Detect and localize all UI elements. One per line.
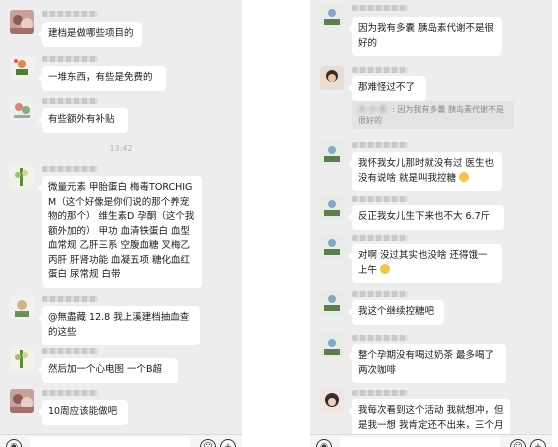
sender-name [352, 291, 408, 297]
message-bubble[interactable]: 因为我有多囊 胰岛素代谢不是很好的 [348, 17, 502, 56]
sender-name [42, 390, 98, 396]
avatar[interactable] [320, 334, 344, 358]
message-input[interactable] [340, 437, 500, 447]
message-text: 因为我有多囊 胰岛素代谢不是很好的 [358, 23, 495, 49]
sender-name [352, 235, 408, 241]
message-text: 我这个继续控糖吧 [358, 306, 435, 317]
message-bubble[interactable]: 我怀我女儿那时就没有过 医生也没有说啥 就是叫我控糖 [348, 152, 502, 191]
message-bubble[interactable]: 反正我女儿生下来也不大 6.7斤 [348, 205, 504, 230]
left-chat-panel: 建档是做哪些项目的 一堆东西，有些是免费的 有些额外有补贴 13:42 微量元素… [0, 0, 242, 447]
message-bubble[interactable]: 我这个继续控糖吧 [348, 300, 444, 325]
message-text: 整个孕期没有喝过奶茶 最多喝了两次咖啡 [358, 350, 495, 376]
timestamp: 13:42 [109, 144, 133, 153]
avatar[interactable] [320, 141, 344, 165]
sender-name [352, 196, 408, 202]
sender-name [352, 142, 408, 148]
message-text: 我每次看到这个活动 我就想冲，但是我一想 我肯定还不出来，三个月 [358, 405, 504, 431]
message-text: @無盡藏 12.8 我上溪建档抽血查的这些 [48, 312, 190, 338]
emoji-icon[interactable]: ☺ [200, 439, 216, 447]
right-chat-panel: 因为我有多囊 胰岛素代谢不是很好的 那难怪过不了 大·小·生 ·: 因为我有多囊… [310, 0, 552, 447]
message-text: 一堆东西，有些是免费的 [48, 72, 153, 83]
sender-name [42, 296, 98, 302]
voice-icon[interactable]: ◉ [6, 439, 22, 447]
avatar[interactable] [320, 4, 344, 28]
message-text: 那难怪过不了 [358, 82, 416, 93]
avatar[interactable] [320, 66, 344, 90]
message-bubble[interactable]: 那难怪过不了 [348, 76, 426, 101]
sender-name [352, 67, 408, 73]
emoji-icon [459, 171, 470, 182]
quoted-message[interactable]: 大·小·生 ·: 因为我有多囊 胰岛素代谢不是很好的 [352, 101, 514, 129]
message-bubble[interactable]: 有些额外有补贴 [38, 108, 128, 133]
add-icon[interactable]: + [220, 439, 236, 447]
avatar[interactable] [10, 389, 34, 413]
avatar[interactable] [10, 97, 34, 121]
avatar[interactable] [10, 347, 34, 371]
input-bar: ◉ ☺ + [0, 434, 242, 447]
message-bubble[interactable]: 我每次看到这个活动 我就想冲，但是我一想 我肯定还不出来，三个月 [348, 399, 510, 438]
message-text: 对啊 没过其实也没啥 还得饿一上午 [358, 250, 488, 276]
message-text: 微量元素 甲胎蛋白 梅毒TORCHIGM（这个好像是你们说的那个养宠物的那个） … [48, 182, 195, 280]
message-text: 10周应该能做吧 [48, 406, 118, 417]
add-icon[interactable]: + [530, 439, 546, 447]
message-input[interactable] [30, 437, 190, 447]
message-text: 我怀我女儿那时就没有过 医生也没有说啥 就是叫我控糖 [358, 158, 495, 184]
avatar[interactable] [320, 290, 344, 314]
avatar[interactable] [320, 195, 344, 219]
message-bubble[interactable]: 微量元素 甲胎蛋白 梅毒TORCHIGM（这个好像是你们说的那个养宠物的那个） … [38, 176, 202, 288]
avatar[interactable] [10, 10, 34, 34]
voice-icon[interactable]: ◉ [316, 439, 332, 447]
sender-name [42, 56, 98, 62]
sender-name [352, 5, 408, 11]
message-bubble[interactable]: 整个孕期没有喝过奶茶 最多喝了两次咖啡 [348, 344, 506, 383]
emoji-icon [380, 263, 391, 274]
message-text: 然后加一个心电图 一个B超 [48, 364, 163, 375]
message-bubble[interactable]: 对啊 没过其实也没啥 还得饿一上午 [348, 244, 502, 283]
sender-name [352, 335, 408, 341]
message-bubble[interactable]: 一堆东西，有些是免费的 [38, 66, 166, 91]
message-text: 建档是做哪些项目的 [48, 28, 134, 39]
sender-name [42, 11, 98, 17]
sender-name [42, 348, 98, 354]
message-text: 有些额外有补贴 [48, 114, 115, 125]
sender-name [42, 166, 98, 172]
avatar[interactable] [320, 234, 344, 258]
message-bubble[interactable]: @無盡藏 12.8 我上溪建档抽血查的这些 [38, 306, 200, 345]
sender-name [42, 98, 98, 104]
input-bar: ◉ ☺ + [310, 434, 552, 447]
emoji-icon[interactable]: ☺ [510, 439, 526, 447]
message-text: 反正我女儿生下来也不大 6.7斤 [358, 211, 491, 222]
avatar[interactable] [10, 55, 34, 79]
message-bubble[interactable]: 然后加一个心电图 一个B超 [38, 358, 178, 383]
avatar[interactable] [320, 389, 344, 413]
message-bubble[interactable]: 建档是做哪些项目的 [38, 22, 142, 47]
sender-name [352, 390, 408, 396]
avatar[interactable] [10, 165, 34, 189]
message-bubble[interactable]: 10周应该能做吧 [38, 400, 128, 425]
avatar[interactable] [10, 295, 34, 319]
